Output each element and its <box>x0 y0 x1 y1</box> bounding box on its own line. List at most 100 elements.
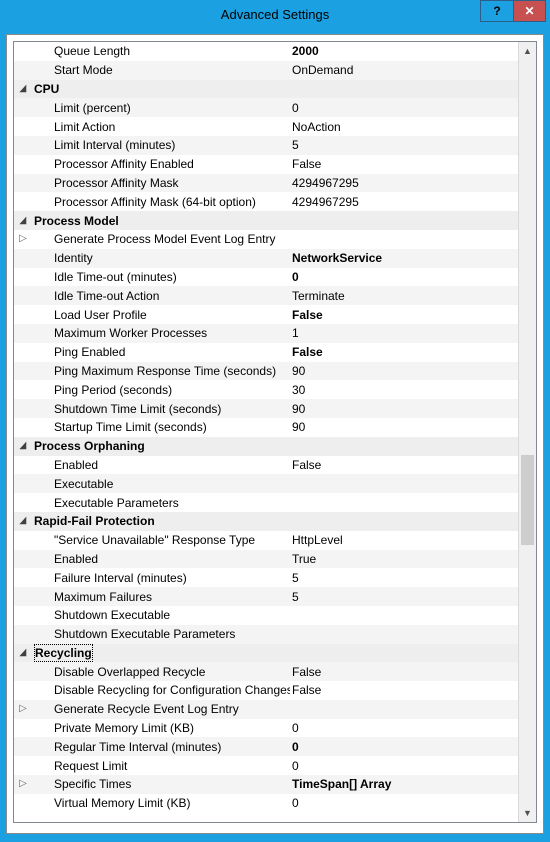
expand-gutter[interactable]: ◢ <box>14 437 32 456</box>
property-label: Shutdown Executable Parameters <box>52 625 290 643</box>
property-row[interactable]: Startup Time Limit (seconds)90 <box>14 418 518 437</box>
category-header[interactable]: ◢CPU <box>14 80 518 99</box>
property-value[interactable]: 0 <box>290 99 518 117</box>
property-row[interactable]: Ping Period (seconds)30 <box>14 380 518 399</box>
property-label: Ping Enabled <box>52 343 290 361</box>
expand-gutter <box>14 286 32 305</box>
property-value[interactable]: 90 <box>290 400 518 418</box>
property-row[interactable]: Shutdown Executable Parameters <box>14 625 518 644</box>
property-row[interactable]: IdentityNetworkService <box>14 249 518 268</box>
expand-gutter <box>14 681 32 700</box>
property-row[interactable]: Processor Affinity Mask4294967295 <box>14 174 518 193</box>
help-button[interactable]: ? <box>481 1 513 21</box>
property-row[interactable]: Disable Overlapped RecycleFalse <box>14 662 518 681</box>
scroll-up-arrow-icon[interactable]: ▲ <box>519 42 536 60</box>
scroll-thumb[interactable] <box>521 455 534 545</box>
property-row[interactable]: Executable <box>14 474 518 493</box>
property-row[interactable]: Shutdown Executable <box>14 606 518 625</box>
property-row[interactable]: Virtual Memory Limit (KB)0 <box>14 794 518 813</box>
property-value[interactable]: 0 <box>290 719 518 737</box>
property-row[interactable]: Ping EnabledFalse <box>14 343 518 362</box>
property-value[interactable]: 0 <box>290 794 518 812</box>
property-value[interactable]: NoAction <box>290 118 518 136</box>
property-row[interactable]: "Service Unavailable" Response TypeHttpL… <box>14 531 518 550</box>
property-value[interactable]: False <box>290 155 518 173</box>
property-value[interactable]: 1 <box>290 324 518 342</box>
property-value[interactable]: False <box>290 306 518 324</box>
property-value[interactable]: 5 <box>290 569 518 587</box>
property-row[interactable]: Request Limit0 <box>14 756 518 775</box>
property-row[interactable]: Processor Affinity EnabledFalse <box>14 155 518 174</box>
property-row[interactable]: ▷Generate Process Model Event Log Entry <box>14 230 518 249</box>
property-row[interactable]: Limit (percent)0 <box>14 98 518 117</box>
property-value[interactable]: 5 <box>290 136 518 154</box>
scroll-track[interactable] <box>519 60 536 804</box>
property-row[interactable]: Regular Time Interval (minutes)0 <box>14 737 518 756</box>
property-row[interactable]: ▷Generate Recycle Event Log Entry <box>14 700 518 719</box>
property-row[interactable]: Maximum Failures5 <box>14 587 518 606</box>
property-value[interactable]: 5 <box>290 588 518 606</box>
property-value[interactable]: False <box>290 456 518 474</box>
scroll-down-arrow-icon[interactable]: ▼ <box>519 804 536 822</box>
property-row[interactable]: Idle Time-out (minutes)0 <box>14 268 518 287</box>
property-value[interactable]: Terminate <box>290 287 518 305</box>
property-row[interactable]: Ping Maximum Response Time (seconds)90 <box>14 362 518 381</box>
property-value[interactable]: 30 <box>290 381 518 399</box>
property-value[interactable]: False <box>290 681 518 699</box>
property-row[interactable]: Shutdown Time Limit (seconds)90 <box>14 399 518 418</box>
property-row[interactable]: Queue Length2000 <box>14 42 518 61</box>
property-value[interactable]: OnDemand <box>290 61 518 79</box>
expand-gutter <box>14 587 32 606</box>
expand-gutter[interactable]: ◢ <box>14 512 32 531</box>
property-value[interactable]: 0 <box>290 268 518 286</box>
property-row[interactable]: ▷Specific TimesTimeSpan[] Array <box>14 775 518 794</box>
property-value[interactable]: 0 <box>290 738 518 756</box>
property-row[interactable]: Failure Interval (minutes)5 <box>14 568 518 587</box>
property-row[interactable]: Limit ActionNoAction <box>14 117 518 136</box>
property-value[interactable]: True <box>290 550 518 568</box>
expand-gutter <box>14 456 32 475</box>
property-value[interactable]: 4294967295 <box>290 193 518 211</box>
expand-gutter <box>14 737 32 756</box>
property-value[interactable]: 90 <box>290 418 518 436</box>
property-row[interactable]: EnabledTrue <box>14 550 518 569</box>
property-value[interactable]: NetworkService <box>290 249 518 267</box>
property-value[interactable]: 4294967295 <box>290 174 518 192</box>
property-row[interactable]: Maximum Worker Processes1 <box>14 324 518 343</box>
expand-gutter[interactable]: ▷ <box>14 700 32 719</box>
expand-gutter[interactable]: ▷ <box>14 230 32 249</box>
property-row[interactable]: Disable Recycling for Configuration Chan… <box>14 681 518 700</box>
property-row[interactable]: Idle Time-out ActionTerminate <box>14 286 518 305</box>
property-row[interactable]: Start ModeOnDemand <box>14 61 518 80</box>
property-row[interactable]: Limit Interval (minutes)5 <box>14 136 518 155</box>
category-header[interactable]: ◢Process Orphaning <box>14 437 518 456</box>
category-label: CPU <box>32 80 518 98</box>
property-value[interactable]: 2000 <box>290 42 518 60</box>
expanded-icon: ◢ <box>20 216 27 226</box>
property-value[interactable]: TimeSpan[] Array <box>290 775 518 793</box>
property-row[interactable]: Private Memory Limit (KB)0 <box>14 719 518 738</box>
property-value[interactable]: False <box>290 663 518 681</box>
category-header[interactable]: ◢Process Model <box>14 211 518 230</box>
expand-gutter[interactable]: ◢ <box>14 80 32 99</box>
vertical-scrollbar[interactable]: ▲ ▼ <box>518 42 536 822</box>
category-header[interactable]: ◢Rapid-Fail Protection <box>14 512 518 531</box>
property-row[interactable]: Load User ProfileFalse <box>14 305 518 324</box>
property-value[interactable]: False <box>290 343 518 361</box>
property-row[interactable]: Processor Affinity Mask (64-bit option)4… <box>14 192 518 211</box>
property-row[interactable]: Executable Parameters <box>14 493 518 512</box>
expand-gutter[interactable]: ▷ <box>14 775 32 794</box>
property-grid-body[interactable]: Queue Length2000Start ModeOnDemand◢CPULi… <box>14 42 518 822</box>
close-button[interactable]: ✕ <box>513 1 545 21</box>
property-label: Failure Interval (minutes) <box>52 569 290 587</box>
expand-gutter[interactable]: ◢ <box>14 211 32 230</box>
property-value[interactable]: HttpLevel <box>290 531 518 549</box>
property-label: "Service Unavailable" Response Type <box>52 531 290 549</box>
expand-gutter[interactable]: ◢ <box>14 644 32 663</box>
property-value[interactable]: 0 <box>290 757 518 775</box>
property-value[interactable]: 90 <box>290 362 518 380</box>
property-label: Shutdown Executable <box>52 606 290 624</box>
property-row[interactable]: EnabledFalse <box>14 456 518 475</box>
category-header[interactable]: ◢Recycling <box>14 644 518 663</box>
expand-gutter <box>14 98 32 117</box>
